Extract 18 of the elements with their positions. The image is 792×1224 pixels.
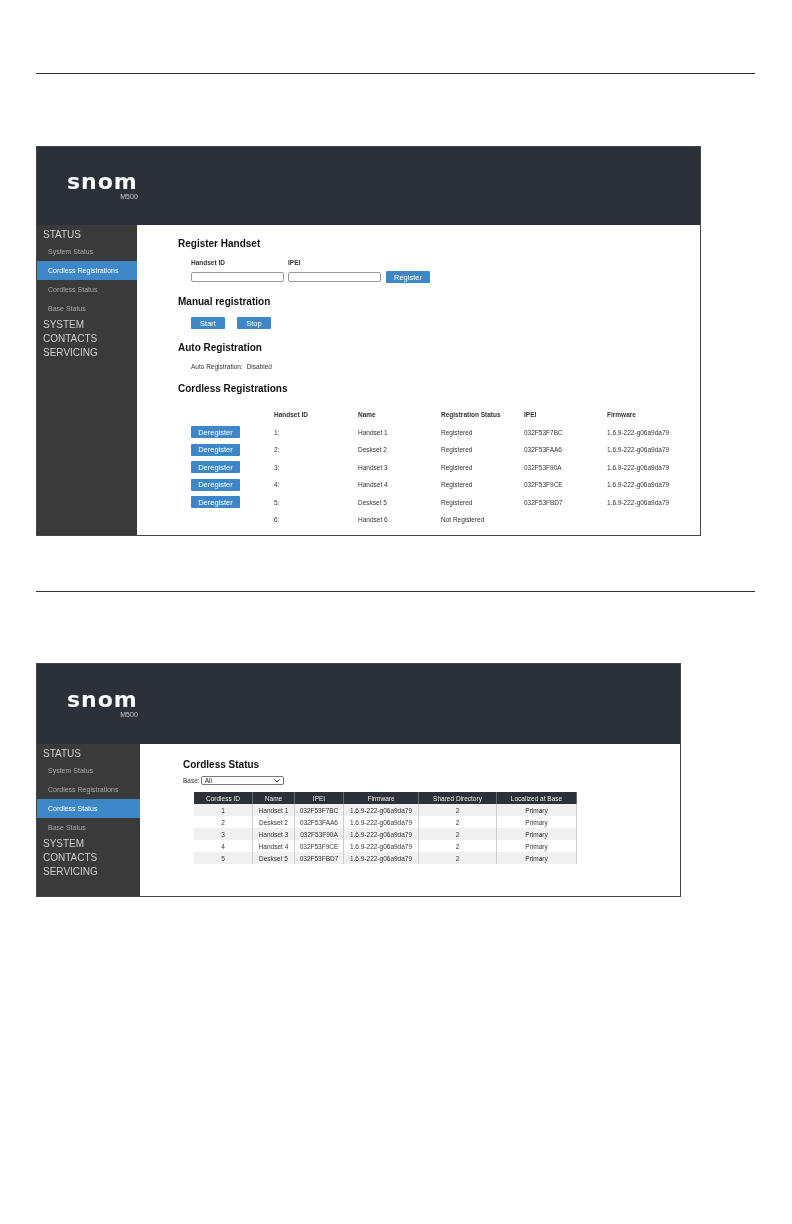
caret-icon (273, 778, 280, 783)
input-field[interactable] (288, 272, 381, 282)
input-field[interactable] (191, 272, 284, 282)
nav-section[interactable]: CONTACTS (37, 332, 137, 346)
section-heading: Cordless Registrations (178, 382, 289, 396)
page-heading: Cordless Status (183, 758, 261, 772)
nav-section[interactable]: CONTACTS (37, 851, 140, 865)
nav-section[interactable]: SERVICING (37, 865, 140, 879)
logo: snom (67, 171, 138, 193)
section-heading: Auto Registration (178, 341, 263, 355)
nav-section[interactable]: SYSTEM (37, 837, 140, 851)
nav-section[interactable]: STATUS (37, 747, 140, 761)
logo: snom (67, 689, 138, 711)
nav-section[interactable]: SYSTEM (37, 318, 137, 332)
nav-section[interactable]: STATUS (37, 228, 137, 242)
nav-section[interactable]: SERVICING (37, 346, 137, 360)
section-heading: Register Handset (178, 237, 262, 251)
section-heading: Manual registration (178, 295, 272, 309)
